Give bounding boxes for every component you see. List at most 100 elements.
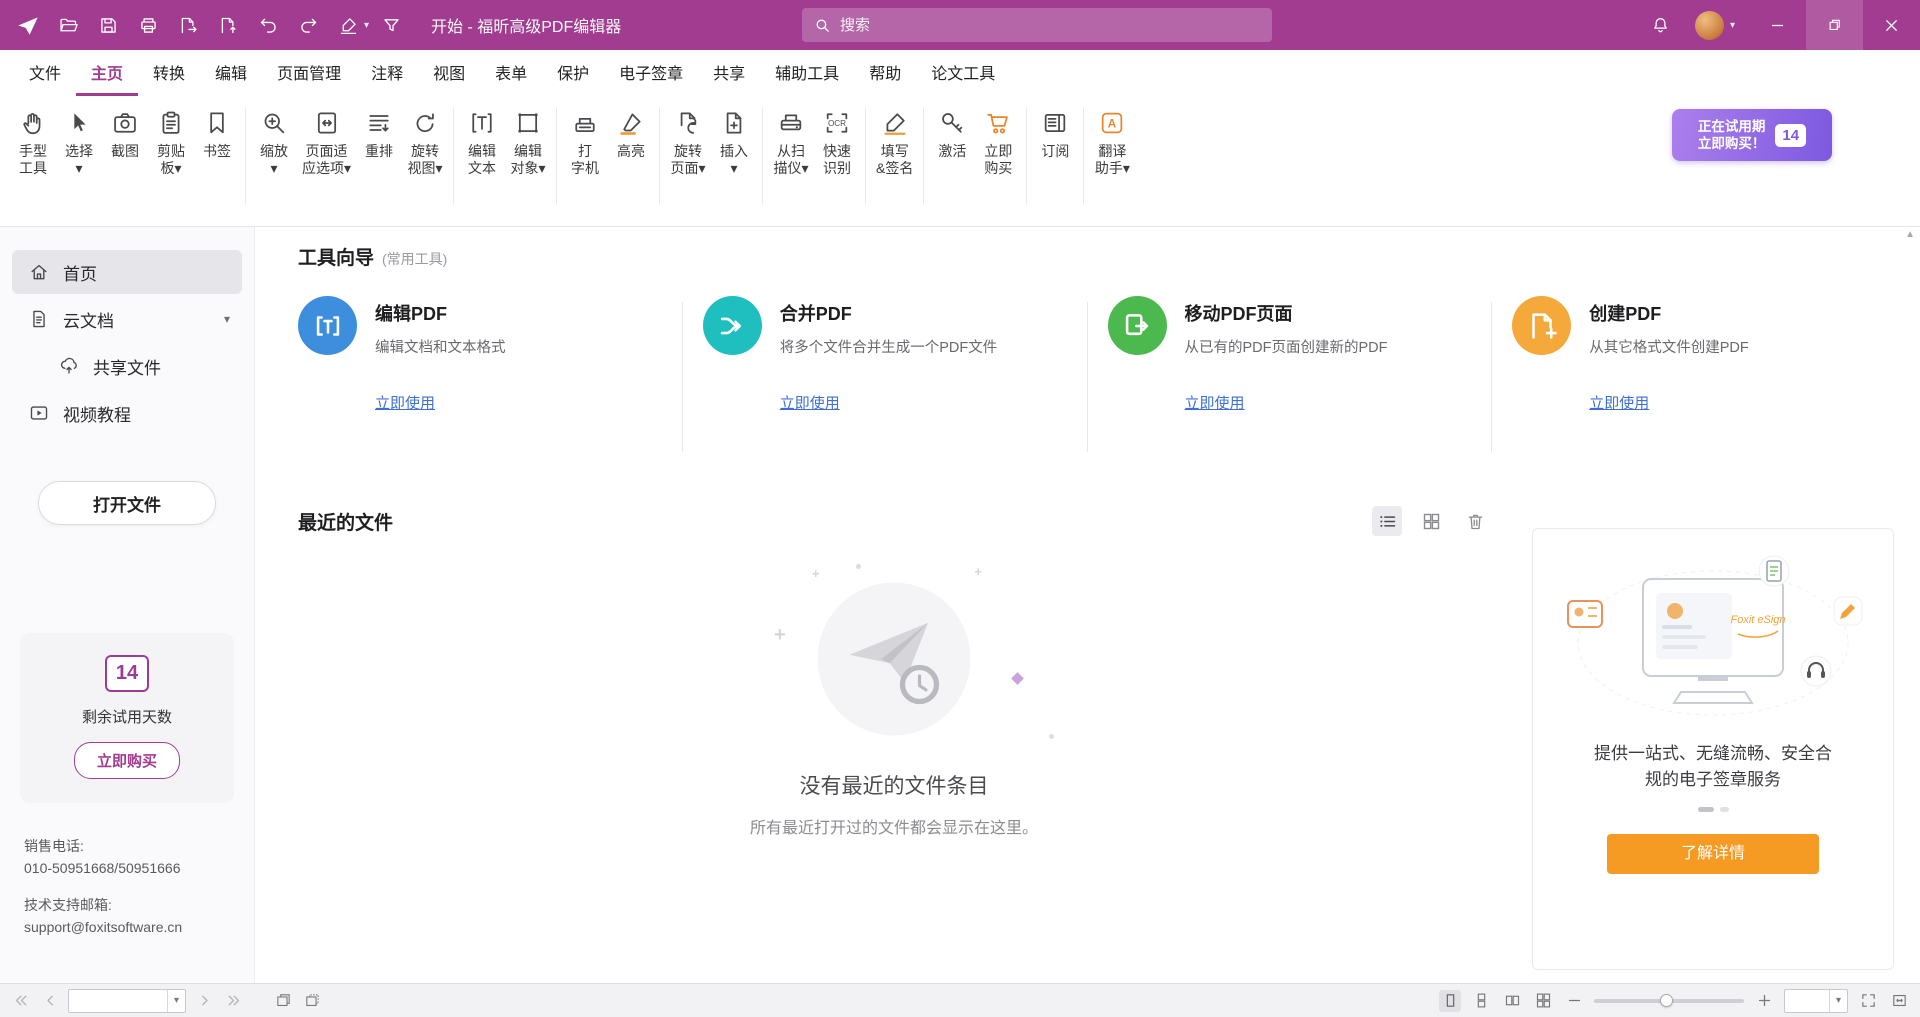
menu-share[interactable]: 共享 [698,50,760,96]
continuous-page-icon[interactable] [1470,990,1492,1012]
export-pdf-icon[interactable] [170,6,206,44]
bell-icon[interactable] [1641,0,1681,50]
ribbon-fill-sign[interactable]: 填写&签名 [871,106,918,180]
create-pdf-use-link[interactable]: 立即使用 [1589,392,1649,413]
page-number-box[interactable]: ▾ [68,989,186,1013]
menu-accessibility[interactable]: 辅助工具 [760,50,854,96]
ribbon-highlight[interactable]: 高亮 [608,106,654,163]
restore-button[interactable] [1806,0,1863,50]
esign-icon[interactable] [330,6,366,44]
titlebar-left: ▾ 开始 - 福昕高级PDF编辑器 [0,6,621,44]
last-page-icon[interactable] [222,990,244,1012]
search-input[interactable] [840,17,1260,34]
edit-pdf-use-link[interactable]: 立即使用 [375,392,435,413]
ribbon-quick-ocr[interactable]: OCR快速识别 [814,106,860,180]
grid-view-icon[interactable] [1416,506,1446,536]
ribbon-translate-assistant[interactable]: A翻译助手▾ [1089,106,1135,180]
undo-icon[interactable] [250,6,286,44]
menu-convert[interactable]: 转换 [138,50,200,96]
ribbon-reflow[interactable]: 重排 [356,106,402,163]
facing-page-icon[interactable] [1501,990,1523,1012]
account-button[interactable]: ▾ [1681,0,1749,50]
redo-icon[interactable] [290,6,326,44]
sidebar-item-cloud-docs[interactable]: 云文档▾ [12,297,242,341]
menu-esign[interactable]: 电子签章 [604,50,698,96]
filter-icon[interactable] [373,6,409,44]
snapshot-icon[interactable] [272,990,294,1012]
zoom-slider[interactable] [1594,999,1744,1003]
menu-view[interactable]: 视图 [418,50,480,96]
ribbon-hand-tool[interactable]: 手型工具 [10,106,56,180]
ribbon-select[interactable]: 选择▾ [56,106,102,180]
move-pdf-use-link[interactable]: 立即使用 [1185,392,1245,413]
prev-page-icon[interactable] [39,990,61,1012]
close-button[interactable] [1863,0,1920,50]
share-icon[interactable] [210,6,246,44]
next-page-icon[interactable] [193,990,215,1012]
trial-days-badge: 14 [105,655,149,692]
menu-help[interactable]: 帮助 [854,50,916,96]
tool-card-move-pdf: 移动PDF页面从已有的PDF页面创建新的PDF立即使用 [1108,296,1492,452]
zoom-in-icon[interactable] [1753,990,1775,1012]
fit-window-icon[interactable] [1888,990,1910,1012]
ribbon-insert[interactable]: 插入▾ [711,106,757,180]
menu-comment[interactable]: 注释 [356,50,418,96]
learn-more-button[interactable]: 了解详情 [1607,834,1819,874]
ribbon-edit-text[interactable]: 编辑文本 [459,106,505,180]
save-icon[interactable] [90,6,126,44]
single-page-icon[interactable] [1439,990,1461,1012]
menu-protect[interactable]: 保护 [542,50,604,96]
copy-page-icon[interactable] [301,990,323,1012]
zoom-level-input[interactable] [1785,993,1829,1008]
ribbon-page-fit-options[interactable]: 页面适应选项▾ [297,106,356,180]
ribbon-subscribe[interactable]: 订阅 [1032,106,1078,163]
search-box[interactable] [802,8,1272,42]
ribbon-bookmark[interactable]: 书签 [194,106,240,163]
scrollbar-up-arrow[interactable]: ▲ [1905,229,1915,240]
chevron-down-icon[interactable]: ▾ [167,990,185,1012]
menu-paper-tools[interactable]: 论文工具 [916,50,1010,96]
minimize-button[interactable] [1749,0,1806,50]
first-page-icon[interactable] [10,990,32,1012]
list-view-icon[interactable] [1372,506,1402,536]
sidebar-item-shared-files[interactable]: 共享文件 [12,344,242,388]
menu-edit[interactable]: 编辑 [200,50,262,96]
open-file-button[interactable]: 打开文件 [38,481,216,525]
tool-card-description: 编辑文档和文本格式 [375,338,506,358]
menu-organize[interactable]: 页面管理 [262,50,356,96]
ribbon-edit-object[interactable]: 编辑对象▾ [505,106,551,180]
ribbon-snapshot[interactable]: 截图 [102,106,148,163]
carousel-dots[interactable] [1533,807,1893,812]
ribbon-activate[interactable]: 激活 [929,106,975,163]
ribbon-zoom[interactable]: 缩放▾ [251,106,297,180]
menu-file[interactable]: 文件 [14,50,76,96]
delete-icon[interactable] [1460,506,1490,536]
menu-home[interactable]: 主页 [76,50,138,96]
chevron-down-icon[interactable]: ▾ [1829,990,1847,1012]
buy-now-button[interactable]: 立即购买 [74,742,180,779]
tool-card-top: 创建PDF从其它格式文件创建PDF [1512,296,1896,358]
page-number-input[interactable] [69,993,167,1008]
print-icon[interactable] [130,6,166,44]
zoom-out-icon[interactable] [1563,990,1585,1012]
zoom-slider-thumb[interactable] [1660,994,1673,1007]
foxit-logo-icon[interactable] [10,6,46,44]
carousel-dot-active[interactable] [1698,807,1714,812]
zoom-level-box[interactable]: ▾ [1784,989,1848,1013]
sidebar-item-home[interactable]: 首页 [12,250,242,294]
ribbon-buy-now[interactable]: 立即购买 [975,106,1021,180]
full-screen-icon[interactable] [1857,990,1879,1012]
ribbon-typewriter[interactable]: 打字机 [562,106,608,180]
carousel-dot[interactable] [1720,807,1729,812]
ribbon-from-scanner[interactable]: 从扫描仪▾ [768,106,814,180]
empty-state-title: 没有最近的文件条目 [614,770,1174,800]
merge-pdf-use-link[interactable]: 立即使用 [780,392,840,413]
sidebar-item-video-tutorials[interactable]: 视频教程 [12,391,242,435]
ribbon-clipboard[interactable]: 剪贴板▾ [148,106,194,180]
menu-form[interactable]: 表单 [480,50,542,96]
ribbon-rotate-view[interactable]: 旋转视图▾ [402,106,448,180]
open-folder-icon[interactable] [50,6,86,44]
ribbon-rotate-pages[interactable]: 旋转页面▾ [665,106,711,180]
trial-badge[interactable]: 正在试用期 立即购买！ 14 [1672,109,1832,161]
facing-continuous-icon[interactable] [1532,990,1554,1012]
